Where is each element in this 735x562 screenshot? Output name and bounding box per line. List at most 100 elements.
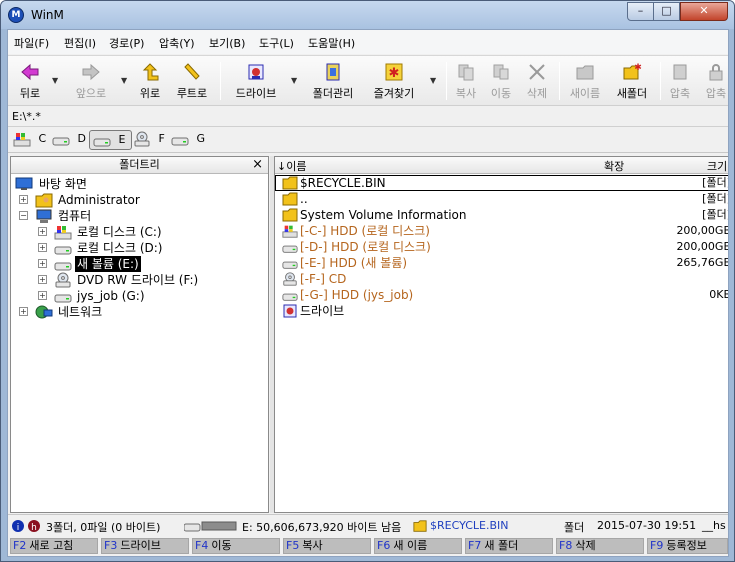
- delete-button[interactable]: 삭제: [522, 60, 552, 102]
- fkey-code: F3: [104, 539, 118, 552]
- fkey-f6-rename[interactable]: F6 새 이름: [374, 538, 462, 554]
- svg-text:h: h: [31, 523, 37, 533]
- fkey-f9-properties[interactable]: F9 등록정보: [647, 538, 728, 554]
- file-row-system-volume[interactable]: System Volume Information [폴더]: [275, 207, 728, 223]
- expand-icon[interactable]: +: [19, 307, 28, 316]
- tree-label: 바탕 화면: [39, 177, 87, 191]
- forward-button[interactable]: 앞으로: [68, 60, 114, 102]
- menu-path[interactable]: 경로(P): [109, 35, 144, 51]
- tree-item-administrator[interactable]: + Administrator: [19, 192, 265, 208]
- favorites-dropdown-icon[interactable]: ▼: [430, 76, 436, 85]
- tree-item-drive-e[interactable]: + 새 볼륨 (E:): [38, 256, 265, 272]
- tree-item-network[interactable]: + 네트워크: [19, 304, 265, 320]
- tree-item-computer[interactable]: − 컴퓨터: [19, 208, 265, 224]
- close-button[interactable]: ✕: [680, 2, 728, 21]
- status-type: 폴더: [564, 521, 585, 534]
- favorites-button[interactable]: ✱ 즐겨찾기: [368, 60, 420, 102]
- new-folder-label: 새폴더: [616, 87, 648, 100]
- fkey-f3-drive[interactable]: F3 드라이브: [101, 538, 189, 554]
- file-row-drive-f[interactable]: [-F-] CD: [275, 271, 728, 287]
- expand-icon[interactable]: +: [38, 243, 47, 252]
- file-row-parent[interactable]: .. [폴더]: [275, 191, 729, 207]
- fkey-f2-refresh[interactable]: F2 새로 고침: [10, 538, 98, 554]
- menu-help[interactable]: 도움말(H): [308, 35, 355, 51]
- tree-item-drive-c[interactable]: + 로컬 디스크 (C:): [38, 224, 265, 240]
- compress-extra-button[interactable]: 압축: [702, 60, 728, 102]
- maximize-button[interactable]: □: [653, 2, 680, 21]
- hidden-files-icon: h: [28, 520, 40, 533]
- menu-tools[interactable]: 도구(L): [259, 35, 294, 51]
- menu-file[interactable]: 파일(F): [14, 35, 49, 51]
- column-name[interactable]: ↓이름: [277, 158, 306, 174]
- file-name: 드라이브: [300, 304, 345, 318]
- dvd-icon: [283, 272, 297, 286]
- tree-item-drive-f[interactable]: + DVD RW 드라이브 (F:): [38, 272, 265, 288]
- fkey-label: 새로 고침: [29, 539, 74, 552]
- fkey-label: 삭제: [575, 539, 596, 552]
- root-button[interactable]: 루트로: [172, 60, 212, 102]
- drive-c-button[interactable]: C: [10, 130, 52, 150]
- rename-folder-icon: [576, 65, 594, 80]
- menu-compress[interactable]: 압축(Y): [159, 35, 195, 51]
- file-row-drive-c[interactable]: [-C-] HDD (로컬 디스크) 200,00GB: [275, 223, 728, 239]
- tree-label: 로컬 디스크 (C:): [77, 225, 162, 239]
- expand-icon[interactable]: +: [38, 275, 47, 284]
- tree-item-drive-d[interactable]: + 로컬 디스크 (D:): [38, 240, 265, 256]
- expand-icon[interactable]: +: [19, 195, 28, 204]
- folder-manage-button[interactable]: 폴더관리: [308, 60, 358, 102]
- file-row-drive-g[interactable]: [-G-] HDD (jys_job) 0KB: [275, 287, 728, 303]
- fkey-f8-delete[interactable]: F8 삭제: [556, 538, 644, 554]
- file-row-drive-d[interactable]: [-D-] HDD (로컬 디스크) 200,00GB: [275, 239, 728, 255]
- fkey-f4-move[interactable]: F4 이동: [192, 538, 280, 554]
- compress-button[interactable]: 압축: [666, 60, 694, 102]
- folder-tree-header: 폴더트리 ×: [11, 157, 268, 174]
- folder-tree-panel[interactable]: 폴더트리 × 바탕 화면 + Administrator − 컴퓨터 + 로컬: [10, 156, 269, 513]
- disk-usage-icon: [184, 521, 237, 532]
- file-row-recycle-bin[interactable]: $RECYCLE.BIN [폴더]: [275, 175, 728, 191]
- column-extension[interactable]: 확장: [604, 158, 624, 174]
- fkey-f7-new-folder[interactable]: F7 새 폴더: [465, 538, 553, 554]
- path-bar[interactable]: E:\*.*: [8, 107, 728, 127]
- drive-bar: C D E F G: [8, 128, 728, 153]
- title-bar[interactable]: M WinM – □ ✕: [1, 1, 734, 29]
- expand-icon[interactable]: +: [38, 291, 47, 300]
- up-button[interactable]: 위로: [134, 60, 166, 102]
- drive-e-button[interactable]: E: [89, 130, 133, 150]
- toolbar-separator: [559, 62, 560, 100]
- back-dropdown-icon[interactable]: ▼: [52, 76, 58, 85]
- tree-item-drive-g[interactable]: + jys_job (G:): [38, 288, 265, 304]
- file-list-header: ↓이름 확장 크기: [275, 157, 728, 174]
- file-list-panel[interactable]: ↓이름 확장 크기 $RECYCLE.BIN [폴더] .. [폴더] Syst…: [274, 156, 729, 513]
- file-name: [-G-] HDD (jys_job): [300, 288, 414, 302]
- file-row-drive-e[interactable]: [-E-] HDD (새 볼륨) 265,76GB: [275, 255, 728, 271]
- drive-button[interactable]: 드라이브: [230, 60, 282, 102]
- tree-label: Administrator: [58, 193, 140, 207]
- drive-icon: [54, 246, 72, 255]
- drive-g-button[interactable]: G: [168, 130, 211, 150]
- forward-dropdown-icon[interactable]: ▼: [121, 76, 127, 85]
- expand-icon[interactable]: +: [38, 227, 47, 236]
- drive-d-button[interactable]: D: [49, 130, 92, 150]
- file-row-drives[interactable]: 드라이브: [275, 303, 728, 319]
- new-folder-button[interactable]: ✱ 새폴더: [612, 60, 652, 102]
- copy-button[interactable]: 복사: [452, 60, 480, 102]
- folder-icon: [282, 176, 298, 190]
- expand-icon[interactable]: +: [38, 259, 47, 268]
- rename-button[interactable]: 새이름: [565, 60, 605, 102]
- minimize-button[interactable]: –: [627, 2, 654, 21]
- tree-item-desktop[interactable]: 바탕 화면: [15, 176, 265, 192]
- system-drive-icon: [282, 225, 298, 238]
- collapse-icon[interactable]: −: [19, 211, 28, 220]
- folder-manage-icon: [326, 63, 340, 81]
- move-button[interactable]: 이동: [486, 60, 516, 102]
- status-counts: 3폴더, 0파일 (0 바이트): [46, 521, 161, 534]
- drive-dropdown-icon[interactable]: ▼: [291, 76, 297, 85]
- file-size: [폴더]: [702, 192, 729, 205]
- tree-close-icon[interactable]: ×: [252, 157, 263, 173]
- back-button[interactable]: 뒤로: [12, 60, 48, 102]
- menu-view[interactable]: 보기(B): [209, 35, 245, 51]
- menu-edit[interactable]: 편집(I): [64, 35, 96, 51]
- column-size[interactable]: 크기: [707, 158, 727, 174]
- drive-f-button[interactable]: F: [130, 130, 171, 150]
- fkey-f5-copy[interactable]: F5 복사: [283, 538, 371, 554]
